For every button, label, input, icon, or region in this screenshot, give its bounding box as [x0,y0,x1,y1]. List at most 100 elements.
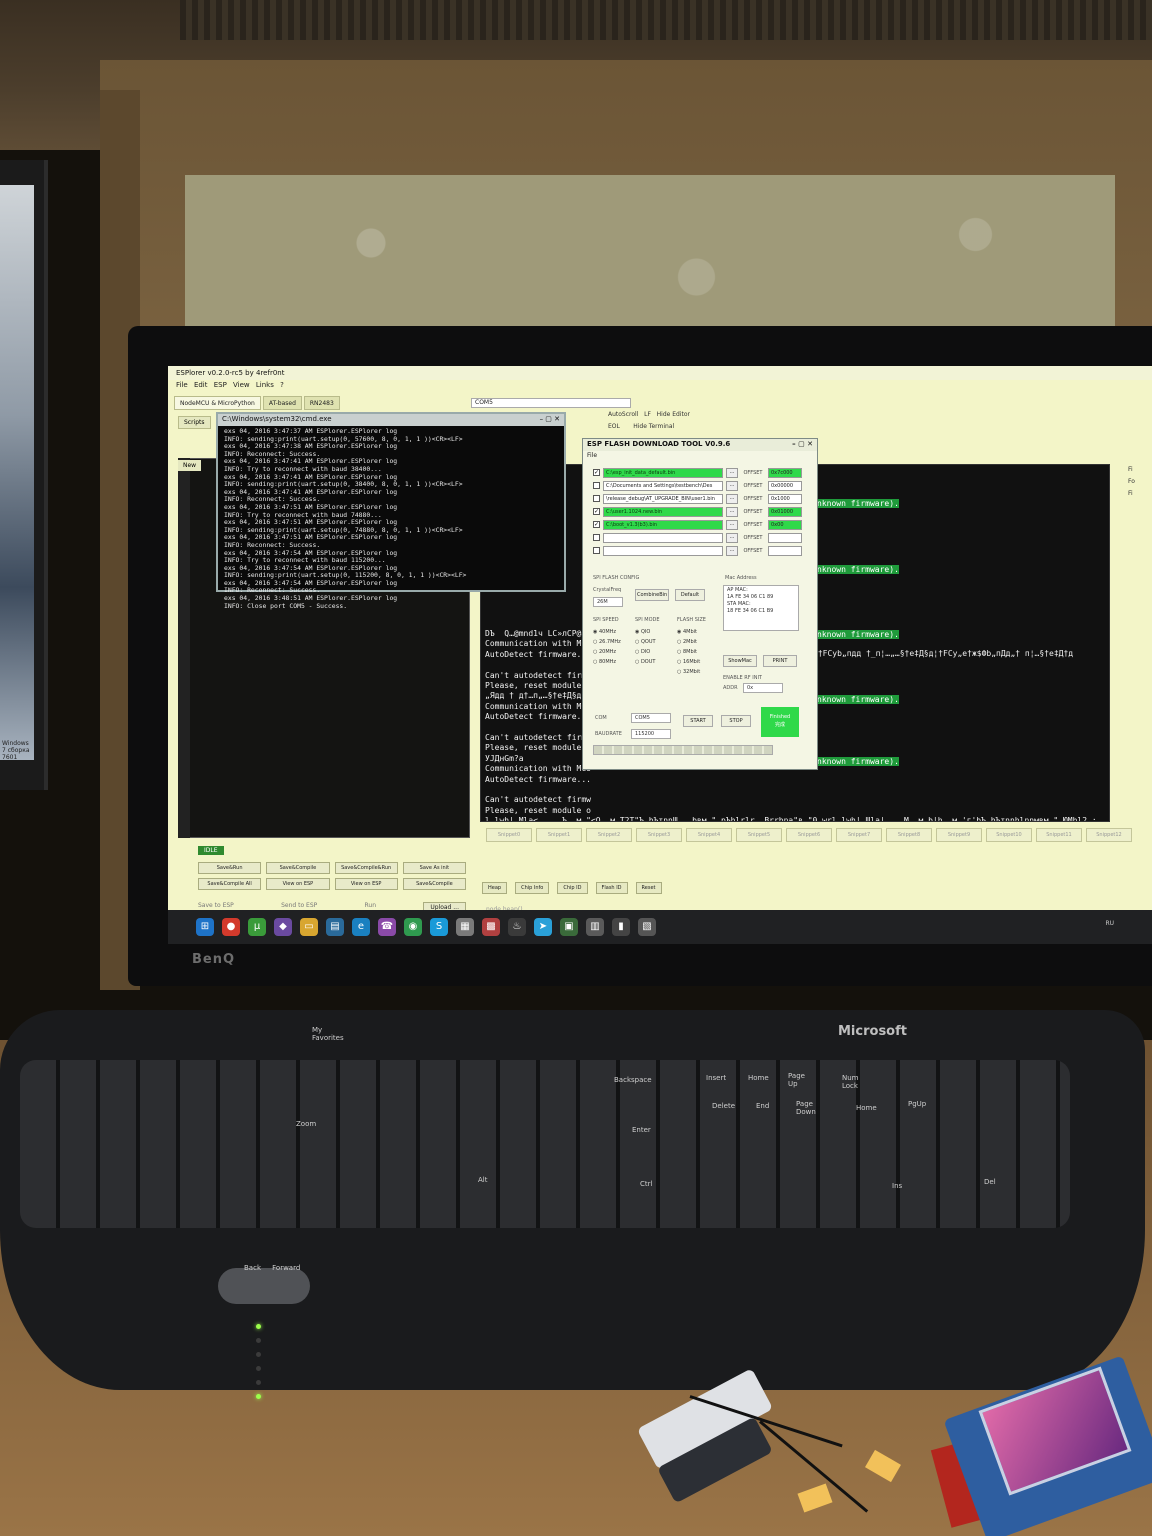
offset-input[interactable]: 0x1000 [768,493,802,504]
print-button[interactable]: PRINT [763,655,797,667]
app-icon-2[interactable]: ▦ [456,918,474,936]
chrome-icon[interactable]: ● [222,918,240,936]
window-controls-icon[interactable]: – ▢ ✕ [792,440,813,450]
snippet-button[interactable]: Snippet0 [486,828,532,842]
offset-input[interactable] [768,532,802,543]
tab-nodemcu[interactable]: NodeMCU & MicroPython [174,396,261,410]
view-on-esp-button[interactable]: View on ESP [266,878,330,890]
steam-icon[interactable]: ♨ [508,918,526,936]
file-path-input[interactable]: C:\boot_v1.3(b3).bin [603,519,723,530]
baudrate-select[interactable]: 115200 [631,729,671,739]
radio-option[interactable]: ○ 16Mbit [677,659,700,665]
file-path-input[interactable]: C:\Documents and Settings\testbench\Des [603,480,723,491]
tab-rn2483[interactable]: RN2483 [303,396,340,410]
default-button[interactable]: Default [675,589,705,601]
file-checkbox[interactable]: ✓ [593,469,600,476]
stop-button[interactable]: STOP [721,715,751,727]
offset-input[interactable]: 0x7c000 [768,467,802,478]
radio-option[interactable]: ○ 20MHz [593,649,616,655]
esplorer-menubar[interactable]: File Edit ESP View Links ? [168,380,1152,392]
cmd-icon[interactable]: ▮ [612,918,630,936]
snippet-button[interactable]: Snippet12 [1086,828,1132,842]
radio-option[interactable]: ○ DIO [635,649,650,655]
snippet-button[interactable]: Snippet3 [636,828,682,842]
addr-input[interactable]: 0x [743,683,783,693]
save-compile-button-2[interactable]: Save&Compile [402,878,466,890]
snippet-button[interactable]: Snippet8 [886,828,932,842]
tab-scripts[interactable]: Scripts [178,416,211,429]
browse-button[interactable]: … [726,545,738,556]
enable-rf-checkbox[interactable]: ENABLE RF INIT [723,675,762,681]
file-path-input[interactable]: \release_debug\AT_UPGRADE_BIN\user1.bin [603,493,723,504]
folder-icon[interactable]: Fo [1128,476,1152,488]
terminal-icon[interactable]: ▤ [326,918,344,936]
tab-at-based[interactable]: AT-based [262,396,302,410]
file-checkbox[interactable] [593,482,600,489]
radio-option[interactable]: ◉ QIO [635,629,650,635]
browse-button[interactable]: … [726,493,738,504]
lf-checkbox[interactable]: LF [644,411,651,418]
chip-info-button[interactable]: Chip Info [515,882,550,894]
hide-editor-checkbox[interactable]: Hide Editor [657,411,690,418]
save-as-init-button[interactable]: Save As init [402,862,466,874]
radio-option[interactable]: ○ 32Mbit [677,669,700,675]
radio-option[interactable]: ○ 26.7MHz [593,639,621,645]
autoscroll-checkbox[interactable]: AutoScroll [608,411,638,418]
file-checkbox[interactable]: ✓ [593,521,600,528]
language-indicator[interactable]: RU [1105,920,1114,927]
snippet-button[interactable]: Snippet7 [836,828,882,842]
radio-option[interactable]: ○ 80MHz [593,659,616,665]
file-checkbox[interactable] [593,547,600,554]
app-icon-5[interactable]: ▥ [586,918,604,936]
reset-button[interactable]: Reset [635,882,662,894]
new-file-button[interactable]: New [178,460,202,471]
combine-bin-button[interactable]: CombineBin [635,589,669,601]
offset-input[interactable]: 0x00 [768,519,802,530]
app-icon-4[interactable]: ▣ [560,918,578,936]
snippet-button[interactable]: Snippet2 [586,828,632,842]
app-icon-3[interactable]: ▩ [482,918,500,936]
snippet-button[interactable]: Snippet11 [1036,828,1082,842]
radio-option[interactable]: ◉ 40MHz [593,629,616,635]
file-path-input[interactable] [603,545,723,556]
explorer-icon[interactable]: ▭ [300,918,318,936]
offset-input[interactable]: 0x01000 [768,506,802,517]
start-icon[interactable]: ⊞ [196,918,214,936]
app-icon-6[interactable]: ▧ [638,918,656,936]
hide-terminal-checkbox[interactable]: Hide Terminal [633,423,674,430]
browse-button[interactable]: … [726,506,738,517]
radio-option[interactable]: ◉ 4Mbit [677,629,697,635]
radio-option[interactable]: ○ 8Mbit [677,649,697,655]
radio-option[interactable]: ○ QOUT [635,639,656,645]
utorrent-icon[interactable]: µ [248,918,266,936]
telegram-icon[interactable]: ➤ [534,918,552,936]
snippet-button[interactable]: Snippet4 [686,828,732,842]
show-mac-button[interactable]: ShowMac [723,655,757,667]
app-icon[interactable]: ◉ [404,918,422,936]
visual-studio-icon[interactable]: ◆ [274,918,292,936]
file-icon[interactable]: Fi [1128,464,1152,476]
snippet-button[interactable]: Snippet5 [736,828,782,842]
browse-button[interactable]: … [726,467,738,478]
viber-icon[interactable]: ☎ [378,918,396,936]
flash-menu[interactable]: File [583,451,817,461]
radio-option[interactable]: ○ DOUT [635,659,655,665]
offset-input[interactable]: 0x00000 [768,480,802,491]
window-controls-icon[interactable]: – ▢ ✕ [540,415,560,425]
start-button[interactable]: START [683,715,713,727]
port-select[interactable]: COM5 [471,398,631,408]
offset-input[interactable] [768,545,802,556]
browse-button[interactable]: … [726,480,738,491]
file-icon-2[interactable]: Fi [1128,488,1152,500]
back-forward-buttons[interactable] [218,1268,310,1304]
view-on-esp-button-2[interactable]: View on ESP [334,878,398,890]
heap-button[interactable]: Heap [482,882,508,894]
save-compile-all-button[interactable]: Save&Compile All [198,878,262,890]
skype-icon[interactable]: S [430,918,448,936]
crystal-select[interactable]: 26M [593,597,623,607]
snippet-button[interactable]: Snippet9 [936,828,982,842]
save-compile-button[interactable]: Save&Compile [266,862,330,874]
browse-button[interactable]: … [726,532,738,543]
browse-button[interactable]: … [726,519,738,530]
snippet-button[interactable]: Snippet1 [536,828,582,842]
